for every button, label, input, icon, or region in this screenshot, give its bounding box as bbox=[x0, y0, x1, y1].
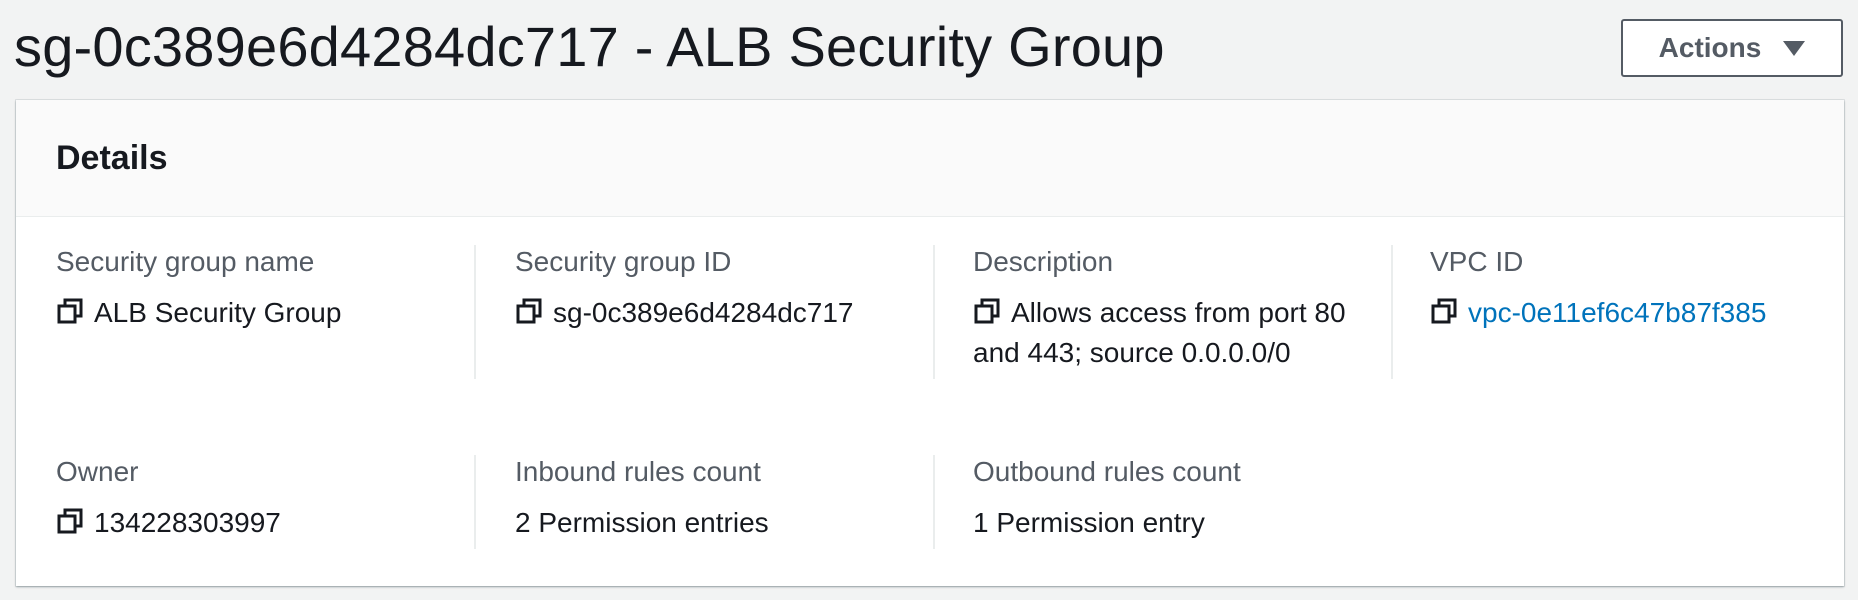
owner-value: 134228303997 bbox=[94, 507, 281, 538]
inbound-rules-count-value: 2 Permission entries bbox=[515, 507, 769, 538]
field-label: VPC ID bbox=[1430, 246, 1524, 277]
security-group-name-value: ALB Security Group bbox=[94, 297, 342, 328]
details-panel: Details Security group name ALB Security… bbox=[16, 100, 1844, 586]
field-value: 134228303997 bbox=[56, 503, 281, 543]
description-value: Allows access from port 80 and 443; sour… bbox=[973, 297, 1346, 368]
field-value: vpc-0e11ef6c47b87f385 bbox=[1430, 293, 1766, 333]
page-title: sg-0c389e6d4284dc717 - ALB Security Grou… bbox=[14, 15, 1165, 78]
field-label: Security group name bbox=[56, 246, 315, 277]
field-security-group-name: Security group name ALB Security Group bbox=[56, 245, 476, 379]
security-group-id-value: sg-0c389e6d4284dc717 bbox=[553, 297, 854, 328]
copy-icon[interactable] bbox=[56, 507, 84, 535]
copy-icon[interactable] bbox=[1430, 297, 1458, 325]
field-value: sg-0c389e6d4284dc717 bbox=[515, 293, 853, 333]
copy-icon[interactable] bbox=[515, 297, 543, 325]
field-label: Owner bbox=[56, 456, 139, 487]
vpc-id-link[interactable]: vpc-0e11ef6c47b87f385 bbox=[1468, 297, 1766, 328]
outbound-rules-count-value: 1 Permission entry bbox=[973, 507, 1205, 538]
field-value: ALB Security Group bbox=[56, 293, 341, 333]
field-vpc-id: VPC ID vpc-0e11ef6c47b87f385 bbox=[1430, 245, 1830, 379]
actions-button[interactable]: Actions bbox=[1621, 19, 1843, 77]
field-owner: Owner 134228303997 bbox=[56, 455, 476, 549]
copy-icon[interactable] bbox=[56, 297, 84, 325]
field-label: Outbound rules count bbox=[973, 456, 1241, 487]
field-inbound-rules-count: Inbound rules count 2 Permission entries bbox=[515, 455, 935, 549]
field-label: Inbound rules count bbox=[515, 456, 761, 487]
field-label: Description bbox=[973, 246, 1114, 277]
field-description: Description Allows access from port 80 a… bbox=[973, 245, 1393, 379]
caret-down-icon bbox=[1783, 40, 1806, 56]
actions-button-label: Actions bbox=[1658, 32, 1762, 63]
field-security-group-id: Security group ID sg-0c389e6d4284dc717 bbox=[515, 245, 935, 379]
details-title: Details bbox=[56, 139, 168, 177]
field-outbound-rules-count: Outbound rules count 1 Permission entry bbox=[973, 455, 1391, 549]
field-label: Security group ID bbox=[515, 246, 732, 277]
page-header: sg-0c389e6d4284dc717 - ALB Security Grou… bbox=[0, 0, 1858, 100]
details-panel-header: Details bbox=[16, 100, 1844, 217]
copy-icon[interactable] bbox=[973, 297, 1001, 325]
field-value: Allows access from port 80 and 443; sour… bbox=[973, 293, 1353, 373]
